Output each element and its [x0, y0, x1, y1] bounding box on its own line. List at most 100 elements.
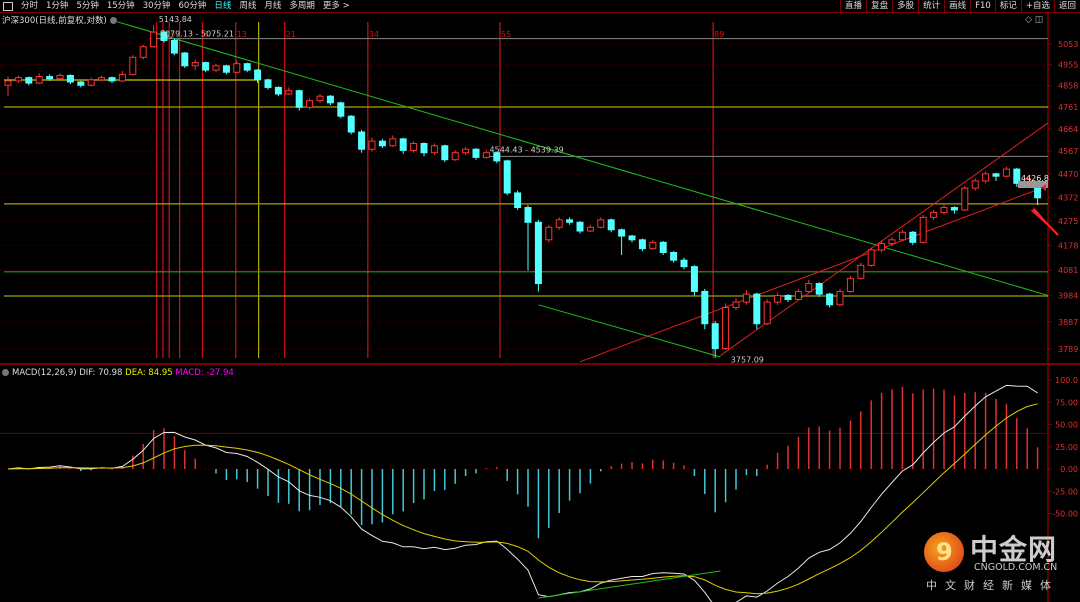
period-tab-10[interactable]: 更多 > — [319, 0, 354, 12]
title-text: 沪深300(日线,前复权,对数) — [2, 16, 107, 26]
candle — [233, 60, 241, 74]
candle-body — [701, 290, 709, 325]
chart-canvas[interactable]: 5053 4955 4858 4761 4664 4567 4470 4372 4275 4178… — [0, 0, 1080, 602]
diamond-icon[interactable]: ◇ — [1025, 15, 1032, 25]
macd-dropdown-icon[interactable] — [2, 369, 9, 376]
candle — [170, 38, 178, 56]
price-annotation: 5079.13 - 5075.21 — [160, 29, 234, 38]
price-tick-label: 4081 — [1058, 266, 1078, 275]
price-tick-label: 5053 — [1058, 40, 1078, 49]
candle-body — [482, 152, 490, 158]
candle — [545, 224, 553, 243]
price-annotation: 4544.43 - 4539.39 — [490, 146, 564, 155]
candle-body — [212, 65, 220, 71]
period-tab-7[interactable]: 周线 — [235, 0, 260, 12]
candle — [586, 224, 594, 233]
toolbar-button-8[interactable]: 返回 — [1053, 0, 1080, 12]
candle-body — [462, 148, 470, 154]
title-dropdown-icon[interactable] — [109, 17, 117, 24]
price-tick-label: 4858 — [1058, 82, 1078, 91]
period-tab-8[interactable]: 月线 — [260, 0, 285, 12]
candle — [482, 150, 490, 159]
candle — [368, 137, 376, 152]
macd-tick-label: 25.00 — [1055, 443, 1078, 452]
macd-dif: DIF: 70.98 — [79, 368, 123, 378]
candle-body — [87, 79, 95, 86]
period-tab-0[interactable]: 分时 — [17, 0, 42, 12]
toolbar-button-7[interactable]: +自选 — [1020, 0, 1054, 12]
candle-body — [337, 102, 345, 117]
period-tab-3[interactable]: 15分钟 — [103, 0, 139, 12]
period-tab-9[interactable]: 多周期 — [285, 0, 319, 12]
candle-body — [202, 62, 210, 71]
toolbar-button-0[interactable]: 直播 — [840, 0, 866, 12]
candle-body — [441, 145, 449, 161]
candle — [389, 135, 397, 147]
candle-body — [888, 239, 896, 245]
candle-body — [274, 86, 282, 95]
chart-tools: ◇ ◫ — [1025, 15, 1043, 25]
candle-body — [722, 306, 730, 350]
candle — [982, 171, 990, 184]
toolbar-button-3[interactable]: 统计 — [918, 0, 944, 12]
candle — [607, 218, 615, 233]
candle — [295, 89, 303, 111]
candle — [566, 217, 574, 225]
candle — [399, 137, 407, 154]
panel-icon[interactable]: ◫ — [1035, 15, 1044, 25]
candle — [212, 63, 220, 73]
candle — [129, 55, 137, 76]
period-tab-4[interactable]: 30分钟 — [139, 0, 175, 12]
period-tab-6[interactable]: 日线 — [210, 0, 235, 12]
candle-body — [628, 235, 636, 241]
candle — [867, 247, 875, 267]
candle-body — [742, 293, 750, 303]
period-tab-5[interactable]: 60分钟 — [175, 0, 211, 12]
candle — [420, 142, 428, 157]
candle-body — [98, 77, 106, 81]
price-tick-label: 3789 — [1058, 345, 1078, 354]
logo-emblem-icon: 9 — [924, 532, 964, 572]
toolbar-button-6[interactable]: 标记 — [994, 0, 1021, 12]
price-tick-label: 3887 — [1058, 318, 1078, 327]
candle — [14, 75, 22, 84]
candle — [66, 74, 74, 85]
candle — [35, 73, 43, 85]
candle-body — [378, 140, 386, 147]
candle-body — [233, 63, 241, 73]
candle-body — [826, 293, 834, 306]
candle-body — [950, 207, 958, 211]
candle — [659, 241, 667, 256]
period-tab-1[interactable]: 1分钟 — [42, 0, 72, 12]
candle-body — [503, 160, 511, 194]
logo-glyph: 9 — [936, 538, 953, 566]
candle — [576, 221, 584, 234]
candle-body — [805, 283, 813, 292]
candle — [410, 141, 418, 153]
candle — [150, 25, 158, 48]
toolbar-button-2[interactable]: 多股 — [892, 0, 918, 12]
candle-body — [150, 31, 158, 48]
candle-body — [597, 219, 605, 228]
candle-body — [961, 187, 969, 211]
candle-body — [753, 293, 761, 325]
candle-body — [129, 56, 137, 75]
toolbar-button-1[interactable]: 复盘 — [866, 0, 892, 12]
fib-time-label: 89 — [714, 30, 724, 39]
candle-body — [524, 207, 532, 223]
toolbar-button-5[interactable]: F10 — [970, 0, 995, 12]
candle — [992, 172, 1000, 181]
candle-body — [430, 145, 438, 154]
fib-time-label: 34 — [369, 30, 379, 39]
trend-line — [538, 304, 721, 358]
toolbar-button-4[interactable]: 画线 — [944, 0, 970, 12]
period-tab-2[interactable]: 5分钟 — [72, 0, 102, 12]
candle — [139, 44, 147, 60]
candle-body — [659, 241, 667, 253]
candle — [857, 262, 865, 280]
candle-body — [170, 39, 178, 54]
candle-body — [368, 140, 376, 150]
candle — [503, 159, 511, 196]
candle — [254, 69, 262, 84]
panel-toggle-icon[interactable] — [3, 1, 13, 11]
